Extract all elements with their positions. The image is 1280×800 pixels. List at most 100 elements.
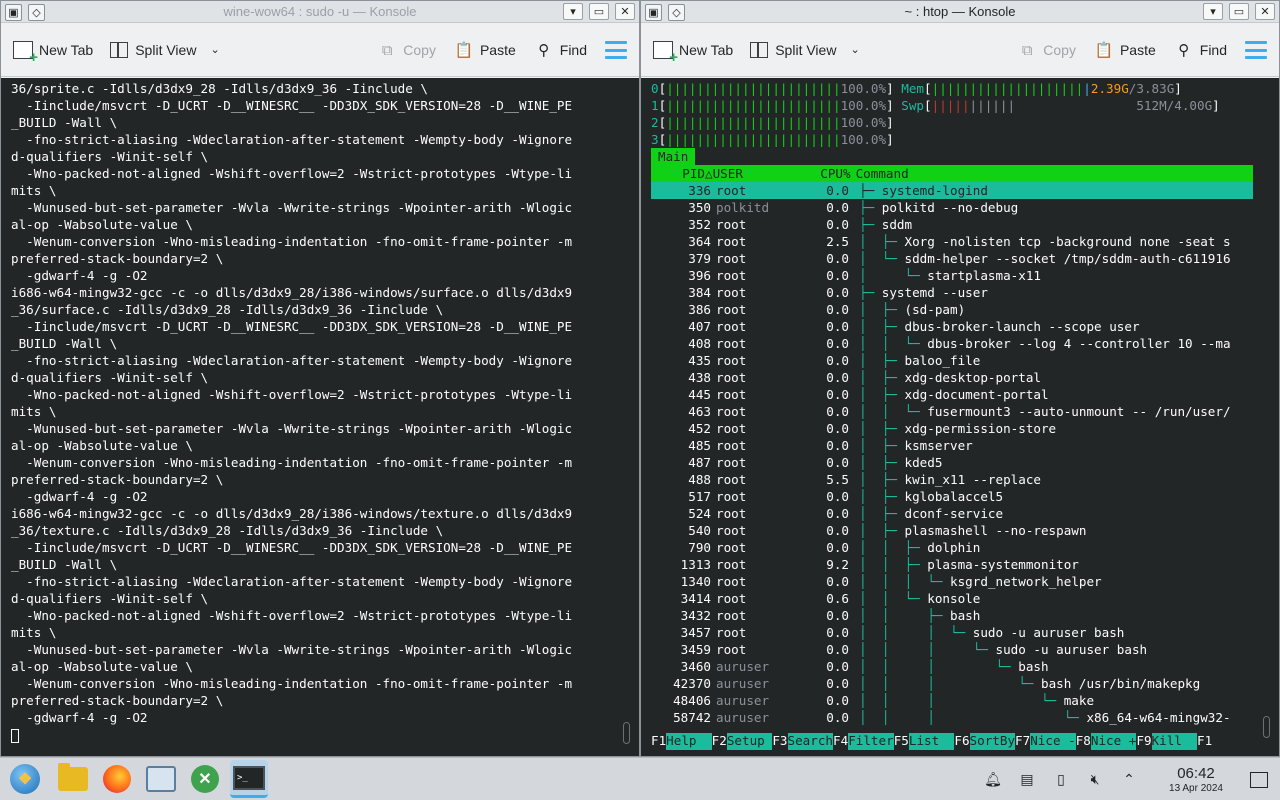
firefox-launcher[interactable] — [98, 760, 136, 798]
process-row[interactable]: 524 root 0.0 │ ├─ dconf-service — [651, 505, 1253, 522]
function-key[interactable]: F9 Kill — [1136, 733, 1198, 750]
function-key[interactable]: F4 Filter — [833, 733, 894, 750]
clock[interactable]: 06:42 13 Apr 2024 — [1150, 765, 1242, 795]
process-row[interactable]: 487 root 0.0 │ ├─ kded5 — [651, 454, 1253, 471]
process-row[interactable]: 396 root 0.0 │ └─ startplasma-x11 — [651, 267, 1253, 284]
copy-button[interactable]: ⧉ Copy — [377, 40, 436, 60]
terminal-line: preferred-stack-boundary=2 \ — [11, 693, 224, 708]
process-row[interactable]: 445 root 0.0 │ ├─ xdg-document-portal — [651, 386, 1253, 403]
titlebar[interactable]: ▣ ◇ wine-wow64 : sudo -u — Konsole ▾ ▭ ✕ — [1, 1, 639, 23]
function-key[interactable]: F8 Nice + — [1076, 733, 1137, 750]
process-pid: 524 — [688, 506, 711, 521]
process-row[interactable]: 48406 auruser 0.0 │ │ │ └─ make — [651, 692, 1253, 709]
copy-button[interactable]: ⧉ Copy — [1017, 40, 1076, 60]
volume-muted-icon[interactable]: 🔇︎ — [1084, 769, 1106, 791]
new-tab-button[interactable]: New Tab — [13, 40, 93, 66]
process-row[interactable]: 42370 auruser 0.0 │ │ │ └─ bash /usr/bin/ma… — [651, 675, 1253, 692]
process-row[interactable]: 386 root 0.0 │ ├─ (sd-pam) — [651, 301, 1253, 318]
paste-button[interactable]: 📋 Paste — [1094, 40, 1156, 60]
terminal-line: -Wunused-but-set-parameter -Wvla -Wwrite… — [11, 200, 573, 215]
function-key[interactable]: F5 List — [894, 733, 955, 750]
titlebar[interactable]: ▣ ◇ ~ : htop — Konsole ▾ ▭ ✕ — [641, 1, 1279, 23]
clipboard-icon[interactable]: ▤ — [1016, 769, 1038, 791]
process-command: │ │ ├─ dolphin — [849, 539, 1253, 556]
tab-main[interactable]: Main — [651, 148, 696, 165]
terminal-line: _36/surface.c -Idlls/d3dx9_28 -Idlls/d3d… — [11, 302, 444, 317]
terminal-prompt[interactable] — [1, 726, 639, 743]
terminal-output[interactable]: 36/sprite.c -Idlls/d3dx9_28 -Idlls/d3dx9… — [1, 78, 639, 756]
process-row[interactable]: 384 root 0.0 ├─ systemd --user — [651, 284, 1253, 301]
split-view-button[interactable]: Split View ⌄ — [109, 40, 220, 60]
process-row[interactable]: 3457 root 0.0 │ │ │ └─ sudo -u auruser bash — [651, 624, 1253, 641]
function-key[interactable]: F1 — [1197, 733, 1212, 750]
terminal-line: al-op -Wabsolute-value \ — [11, 217, 193, 232]
hamburger-menu-icon[interactable] — [605, 41, 627, 59]
process-table-header[interactable]: PID △ USER CPU% Command — [651, 165, 1253, 182]
bell-icon[interactable]: 🔔︎ — [982, 769, 1004, 791]
process-cpu: 0.0 — [826, 574, 849, 589]
konsole-window-right[interactable]: ▣ ◇ ~ : htop — Konsole ▾ ▭ ✕ New Tab Spl… — [640, 0, 1280, 757]
process-user: root — [716, 506, 747, 521]
file-manager-launcher[interactable] — [54, 760, 92, 798]
process-row[interactable]: 485 root 0.0 │ ├─ ksmserver — [651, 437, 1253, 454]
process-cpu: 0.0 — [826, 336, 849, 351]
hamburger-menu-icon[interactable] — [1245, 41, 1267, 59]
close-button[interactable]: ✕ — [1255, 3, 1275, 20]
process-row[interactable]: 3459 root 0.0 │ │ │ └─ sudo -u auruser bash — [651, 641, 1253, 658]
process-user: root — [716, 421, 747, 436]
find-button[interactable]: ⚲ Find — [1174, 40, 1227, 60]
process-pid: 1340 — [680, 574, 711, 589]
process-row[interactable]: 540 root 0.0 │ ├─ plasmashell --no-respawn — [651, 522, 1253, 539]
function-key[interactable]: F7 Nice - — [1015, 733, 1076, 750]
process-row[interactable]: 3432 root 0.0 │ │ ├─ bash — [651, 607, 1253, 624]
process-row[interactable]: 517 root 0.0 │ ├─ kglobalaccel5 — [651, 488, 1253, 505]
process-row[interactable]: 379 root 0.0 │ └─ sddm-helper --socket /tmp… — [651, 250, 1253, 267]
function-key[interactable]: F6 SortBy — [954, 733, 1016, 750]
split-view-button[interactable]: Split View ⌄ — [749, 40, 860, 60]
process-row[interactable]: 352 root 0.0 ├─ sddm — [651, 216, 1253, 233]
scrollbar-handle[interactable] — [623, 722, 630, 744]
function-key[interactable]: F2 Setup — [712, 733, 773, 750]
function-key[interactable]: F3 Search — [772, 733, 834, 750]
htop-terminal[interactable]: 0[|||||||||||||||||||||||100.0%] Mem[|||… — [641, 78, 1279, 756]
maximize-button[interactable]: ▭ — [589, 3, 609, 20]
system-tray: 🔔︎ ▤ ▯ 🔇︎ ⌃ 06:42 13 Apr 2024 — [976, 758, 1280, 800]
command-text: bash — [1018, 659, 1049, 674]
process-row[interactable]: 364 root 2.5 │ ├─ Xorg -nolisten tcp -backg… — [651, 233, 1253, 250]
process-row[interactable]: 336 root 0.0 ├─ systemd-logind — [651, 182, 1253, 199]
process-list[interactable]: 336 root 0.0 ├─ systemd-logind 350 polkitd 0.0… — [651, 182, 1279, 726]
battery-icon[interactable]: ▯ — [1050, 769, 1072, 791]
minimize-button[interactable]: ▾ — [1203, 3, 1223, 20]
chevron-up-icon[interactable]: ⌃ — [1118, 769, 1140, 791]
process-row[interactable]: 790 root 0.0 │ │ ├─ dolphin — [651, 539, 1253, 556]
start-menu-button[interactable]: ❖ — [6, 760, 44, 798]
new-tab-button[interactable]: New Tab — [653, 40, 733, 66]
terminal-line: _36/texture.c -Idlls/d3dx9_28 -Idlls/d3d… — [11, 523, 444, 538]
process-row[interactable]: 1340 root 0.0 │ │ │ └─ ksgrd_network_helper — [651, 573, 1253, 590]
konsole-task-button[interactable]: >_ — [230, 760, 268, 798]
process-row[interactable]: 1313 root 9.2 │ │ ├─ plasma-systemmonitor — [651, 556, 1253, 573]
process-row[interactable]: 3414 root 0.6 │ │ └─ konsole — [651, 590, 1253, 607]
function-key[interactable]: F1 Help — [651, 733, 712, 750]
process-row[interactable]: 408 root 0.0 │ │ └─ dbus-broker --log 4 --c… — [651, 335, 1253, 352]
minimize-button[interactable]: ▾ — [563, 3, 583, 20]
xapp-launcher[interactable]: ✕ — [186, 760, 224, 798]
maximize-button[interactable]: ▭ — [1229, 3, 1249, 20]
process-row[interactable]: 435 root 0.0 │ ├─ baloo_file — [651, 352, 1253, 369]
paste-button[interactable]: 📋 Paste — [454, 40, 516, 60]
process-row[interactable]: 3460 auruser 0.0 │ │ │ └─ bash — [651, 658, 1253, 675]
process-row[interactable]: 438 root 0.0 │ ├─ xdg-desktop-portal — [651, 369, 1253, 386]
process-row[interactable]: 463 root 0.0 │ │ └─ fusermount3 --auto-unmo… — [651, 403, 1253, 420]
terminal-line: -Wunused-but-set-parameter -Wvla -Wwrite… — [11, 421, 573, 436]
konsole-window-left[interactable]: ▣ ◇ wine-wow64 : sudo -u — Konsole ▾ ▭ ✕… — [0, 0, 640, 757]
system-monitor-launcher[interactable] — [142, 760, 180, 798]
process-row[interactable]: 407 root 0.0 │ ├─ dbus-broker-launch --scop… — [651, 318, 1253, 335]
process-row[interactable]: 488 root 5.5 │ ├─ kwin_x11 --replace — [651, 471, 1253, 488]
process-row[interactable]: 350 polkitd 0.0 ├─ polkitd --no-debug — [651, 199, 1253, 216]
process-row[interactable]: 58742 auruser 0.0 │ │ │ └─ x86_64-w64-mingw… — [651, 709, 1253, 726]
find-button[interactable]: ⚲ Find — [534, 40, 587, 60]
show-desktop-button[interactable] — [1250, 771, 1268, 788]
process-row[interactable]: 452 root 0.0 │ ├─ xdg-permission-store — [651, 420, 1253, 437]
scrollbar-handle[interactable] — [1263, 716, 1270, 738]
close-button[interactable]: ✕ — [615, 3, 635, 20]
